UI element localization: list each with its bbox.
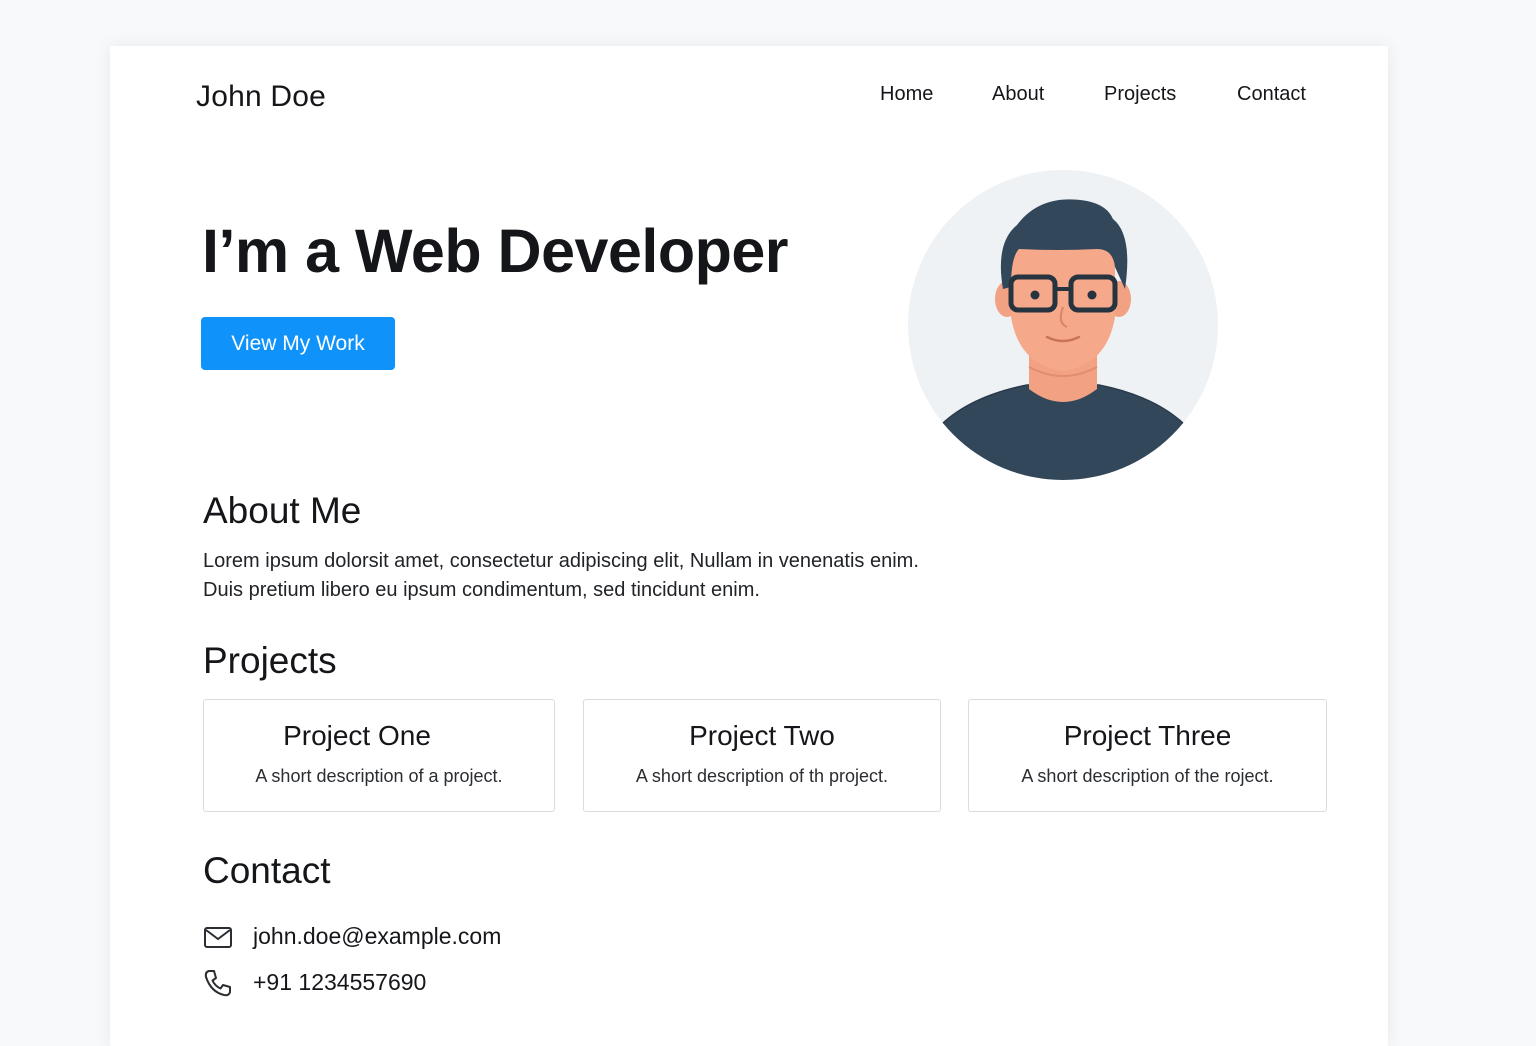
project-title: Project One [283,720,431,751]
project-title: Project Three [1063,720,1232,751]
hero-title: I’m a Web Developer [202,217,789,285]
about-line-2: Duis pretium libero eu ipsum condimentum… [203,579,760,601]
project-card-one[interactable]: Project One A short description of a pro… [203,699,555,812]
project-title: Project Two [689,720,835,751]
brand-name[interactable]: John Doe [196,80,326,114]
contact-email[interactable]: john.doe@example.com [253,923,501,950]
view-my-work-button[interactable]: View My Work [201,317,395,370]
nav-home[interactable]: Home [880,83,933,106]
project-card-two[interactable]: Project Two A short description of th pr… [583,699,941,812]
phone-icon [204,970,231,997]
project-description: A short description of a project. [255,766,503,786]
contact-heading: Contact [203,850,331,891]
contact-phone[interactable]: +91 1234557690 [253,969,426,996]
mail-icon [204,927,232,948]
projects-heading: Projects [203,640,337,681]
about-heading: About Me [203,490,362,531]
project-description: A short description of the roject. [1021,766,1274,786]
avatar-illustration [908,170,1218,480]
about-line-1: Lorem ipsum dolorsit amet, consectetur a… [203,550,919,572]
nav-contact[interactable]: Contact [1237,83,1306,106]
about-text: Lorem ipsum dolorsit amet, consectetur a… [203,547,1023,605]
portfolio-page: John Doe Home About Projects Contact I’m… [110,46,1388,1046]
project-description: A short description of th project. [635,766,889,786]
nav-about[interactable]: About [992,83,1044,106]
project-card-three[interactable]: Project Three A short description of the… [968,699,1327,812]
nav-projects[interactable]: Projects [1104,83,1176,106]
